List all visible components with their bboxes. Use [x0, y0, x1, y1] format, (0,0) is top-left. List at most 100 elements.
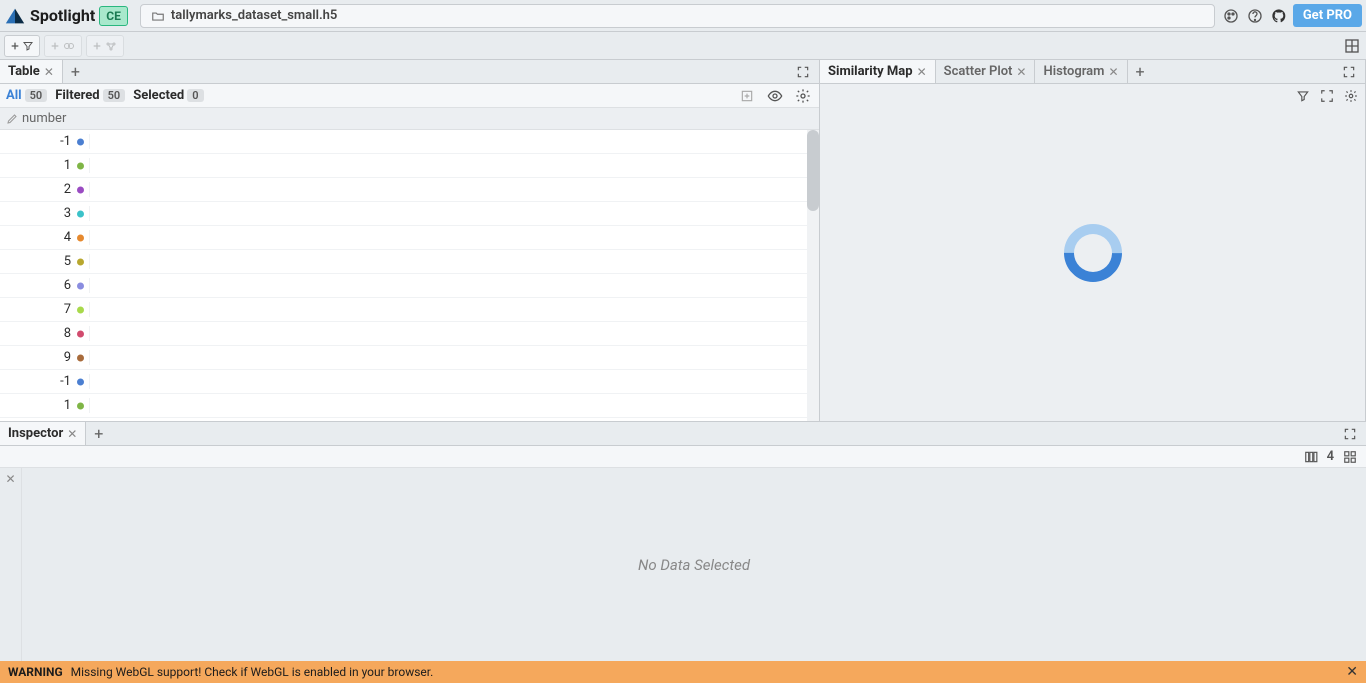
- inspector-sidebar: ✕: [0, 468, 22, 661]
- toolbar: [0, 32, 1366, 60]
- tab-histogram[interactable]: Histogram ✕: [1035, 60, 1127, 83]
- edition-badge: CE: [99, 6, 128, 26]
- color-dot-icon: [77, 354, 84, 361]
- open-file-pill[interactable]: tallymarks_dataset_small.h5: [140, 4, 1215, 28]
- tab-scatter-plot[interactable]: Scatter Plot✕: [936, 60, 1036, 83]
- warning-bar: WARNING Missing WebGL support! Check if …: [0, 661, 1366, 683]
- add-column-icon[interactable]: [737, 86, 757, 106]
- eye-icon[interactable]: [765, 86, 785, 106]
- table-row[interactable]: 8: [0, 322, 819, 346]
- app-title: Spotlight: [30, 6, 95, 25]
- tab-similarity-map[interactable]: Similarity Map✕: [820, 60, 936, 83]
- table-row[interactable]: 4: [0, 226, 819, 250]
- close-icon[interactable]: ✕: [44, 65, 54, 79]
- tab-label: Histogram: [1043, 64, 1104, 79]
- get-pro-button[interactable]: Get PRO: [1293, 4, 1362, 27]
- github-icon[interactable]: [1269, 6, 1289, 26]
- scrollbar-vertical[interactable]: [807, 130, 819, 421]
- table-row[interactable]: -1: [0, 370, 819, 394]
- header-actions: Get PRO: [1221, 4, 1362, 27]
- palette-icon[interactable]: [1221, 6, 1241, 26]
- tab-table[interactable]: Table ✕: [0, 60, 63, 83]
- color-dot-icon: [77, 210, 84, 217]
- color-dot-icon: [77, 186, 84, 193]
- tab-label: Table: [8, 64, 40, 79]
- spotlight-logo-icon: [4, 5, 26, 27]
- gear-icon[interactable]: [1341, 86, 1361, 106]
- table-row[interactable]: 7: [0, 298, 819, 322]
- color-dot-icon: [77, 258, 84, 265]
- cell-number: 5: [0, 254, 90, 269]
- color-dot-icon: [77, 234, 84, 241]
- app-logo: Spotlight CE: [4, 5, 128, 27]
- layout-grid-icon[interactable]: [1342, 36, 1362, 56]
- grid-icon[interactable]: [1340, 447, 1360, 467]
- gear-icon[interactable]: [793, 86, 813, 106]
- table-row[interactable]: -1: [0, 130, 819, 154]
- add-tab-button[interactable]: +: [63, 62, 88, 81]
- inspector-tab-bar: Inspector ✕ +: [0, 422, 1366, 446]
- expand-icon[interactable]: [1317, 86, 1337, 106]
- table-row[interactable]: 1: [0, 154, 819, 178]
- add-link-button: [44, 35, 82, 57]
- add-graph-button: [86, 35, 124, 57]
- close-icon[interactable]: ✕: [1108, 65, 1118, 79]
- inspector-panel: Inspector ✕ + 4 ✕ No Data Selected: [0, 421, 1366, 661]
- inspector-body: ✕ No Data Selected: [0, 468, 1366, 661]
- table-body[interactable]: -1123456789-11: [0, 130, 819, 421]
- filter-icon[interactable]: [1293, 86, 1313, 106]
- tab-label: Scatter Plot: [944, 64, 1013, 79]
- add-filter-button[interactable]: [4, 35, 40, 57]
- grid-count: 4: [1327, 449, 1334, 464]
- close-icon[interactable]: ✕: [1016, 65, 1026, 79]
- close-icon[interactable]: ✕: [5, 472, 15, 486]
- viz-tab-bar: Similarity Map✕Scatter Plot✕Histogram✕ +: [820, 60, 1365, 84]
- maximize-icon[interactable]: [1340, 424, 1360, 444]
- warning-message: Missing WebGL support! Check if WebGL is…: [71, 665, 434, 679]
- column-header-label[interactable]: number: [22, 111, 66, 126]
- main-area: Table ✕ + All 50 Filtered 50 Selected: [0, 60, 1366, 421]
- inspector-empty-state: No Data Selected: [22, 468, 1366, 661]
- cell-number: 9: [0, 350, 90, 365]
- color-dot-icon: [77, 378, 84, 385]
- color-dot-icon: [77, 138, 84, 145]
- close-icon[interactable]: ✕: [917, 65, 927, 79]
- table-panel: Table ✕ + All 50 Filtered 50 Selected: [0, 60, 820, 421]
- column-header-row: number: [0, 108, 819, 130]
- filter-selected[interactable]: Selected 0: [133, 88, 203, 103]
- table-row[interactable]: 2: [0, 178, 819, 202]
- cell-number: 2: [0, 182, 90, 197]
- folder-icon: [151, 9, 165, 23]
- maximize-icon[interactable]: [793, 62, 813, 82]
- help-icon[interactable]: [1245, 6, 1265, 26]
- table-row[interactable]: 1: [0, 394, 819, 418]
- maximize-icon[interactable]: [1339, 62, 1359, 82]
- close-icon[interactable]: ✕: [1346, 664, 1358, 680]
- cell-number: 7: [0, 302, 90, 317]
- cell-number: 1: [0, 398, 90, 413]
- table-row[interactable]: 5: [0, 250, 819, 274]
- cell-number: 4: [0, 230, 90, 245]
- filter-filtered[interactable]: Filtered 50: [55, 88, 125, 103]
- add-tab-button[interactable]: +: [86, 424, 111, 443]
- columns-icon[interactable]: [1301, 447, 1321, 467]
- cell-number: 8: [0, 326, 90, 341]
- viz-toolbar: [1293, 86, 1361, 106]
- filename-label: tallymarks_dataset_small.h5: [171, 8, 337, 23]
- close-icon[interactable]: ✕: [67, 427, 77, 441]
- similarity-panel: Similarity Map✕Scatter Plot✕Histogram✕ +: [820, 60, 1366, 421]
- pencil-icon: [6, 113, 18, 125]
- table-row[interactable]: 9: [0, 346, 819, 370]
- cell-number: 3: [0, 206, 90, 221]
- scrollbar-thumb[interactable]: [807, 130, 819, 211]
- color-dot-icon: [77, 402, 84, 409]
- similarity-map-canvas[interactable]: [820, 84, 1365, 421]
- table-row[interactable]: 6: [0, 274, 819, 298]
- add-tab-button[interactable]: +: [1128, 62, 1153, 81]
- color-dot-icon: [77, 282, 84, 289]
- table-tab-bar: Table ✕ +: [0, 60, 819, 84]
- tab-inspector[interactable]: Inspector ✕: [0, 422, 86, 445]
- filter-all[interactable]: All 50: [6, 88, 47, 103]
- table-row[interactable]: 3: [0, 202, 819, 226]
- filter-bar: All 50 Filtered 50 Selected 0: [0, 84, 819, 108]
